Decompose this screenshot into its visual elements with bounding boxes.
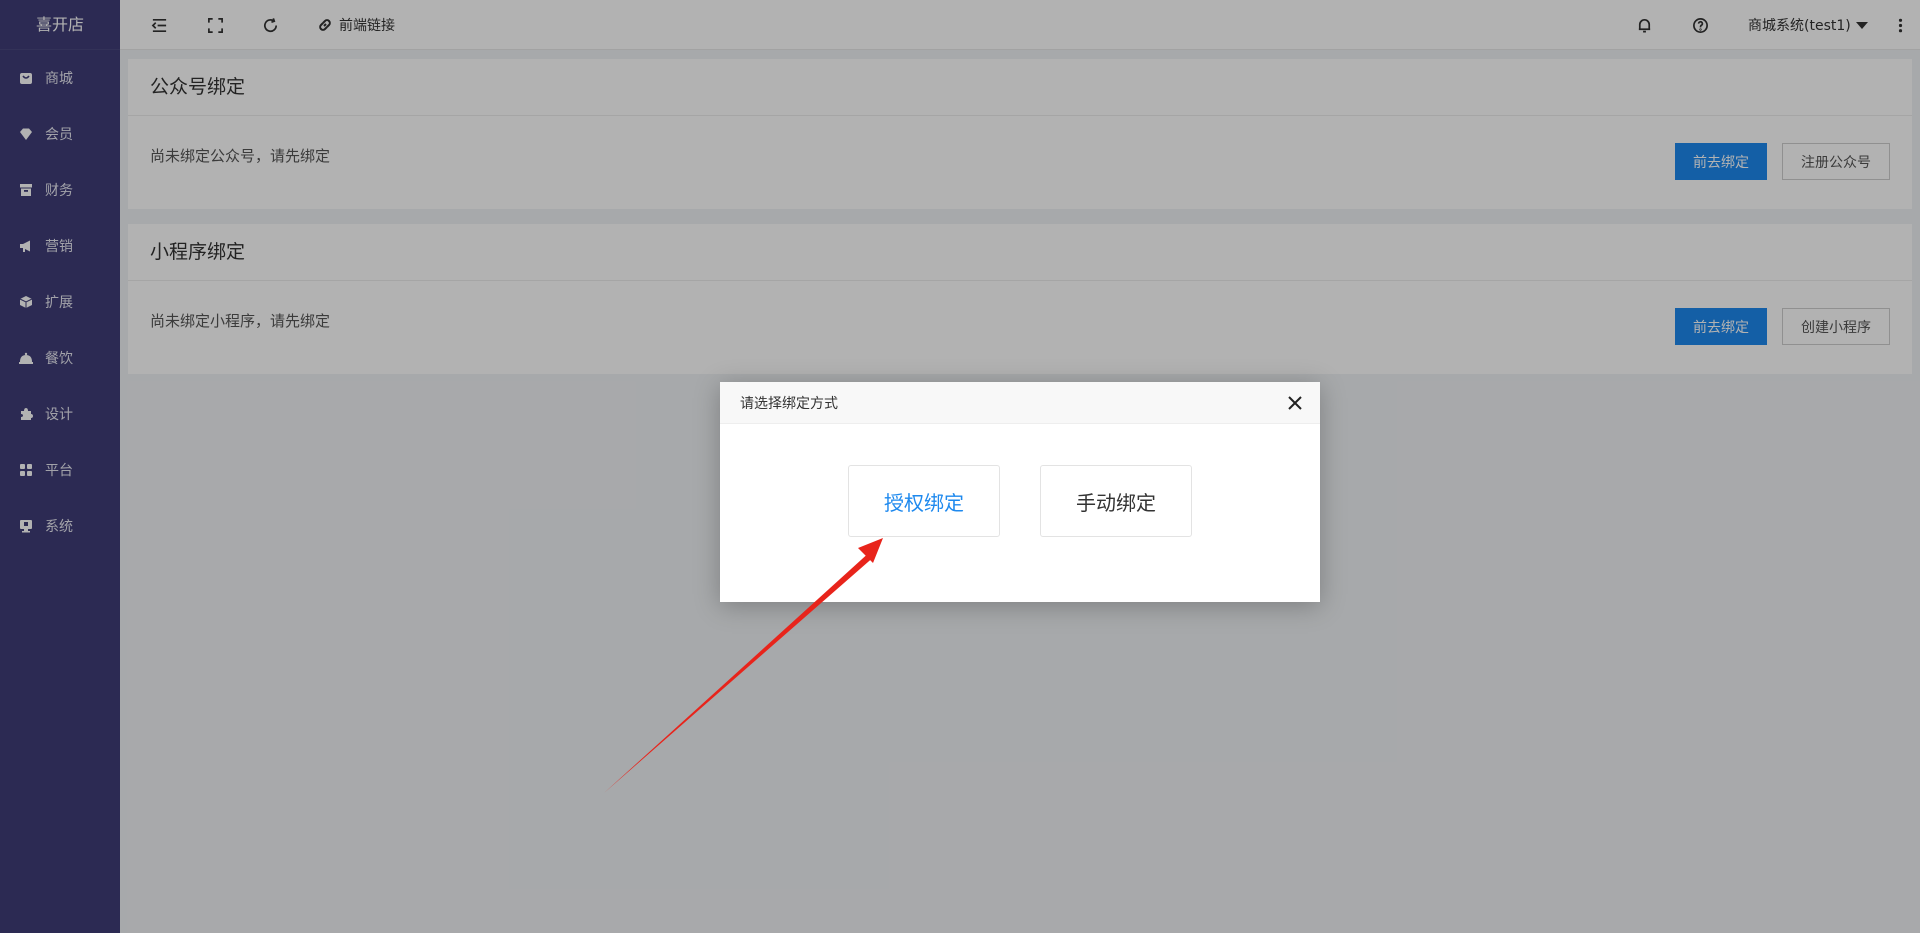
manual-bind-option[interactable]: 手动绑定 xyxy=(1040,465,1192,537)
close-icon[interactable] xyxy=(1286,394,1304,412)
dialog-title: 请选择绑定方式 xyxy=(740,395,838,412)
dialog-header: 请选择绑定方式 xyxy=(720,382,1320,424)
authorize-bind-option[interactable]: 授权绑定 xyxy=(848,465,1000,537)
bind-method-dialog: 请选择绑定方式 授权绑定 手动绑定 xyxy=(720,382,1320,602)
